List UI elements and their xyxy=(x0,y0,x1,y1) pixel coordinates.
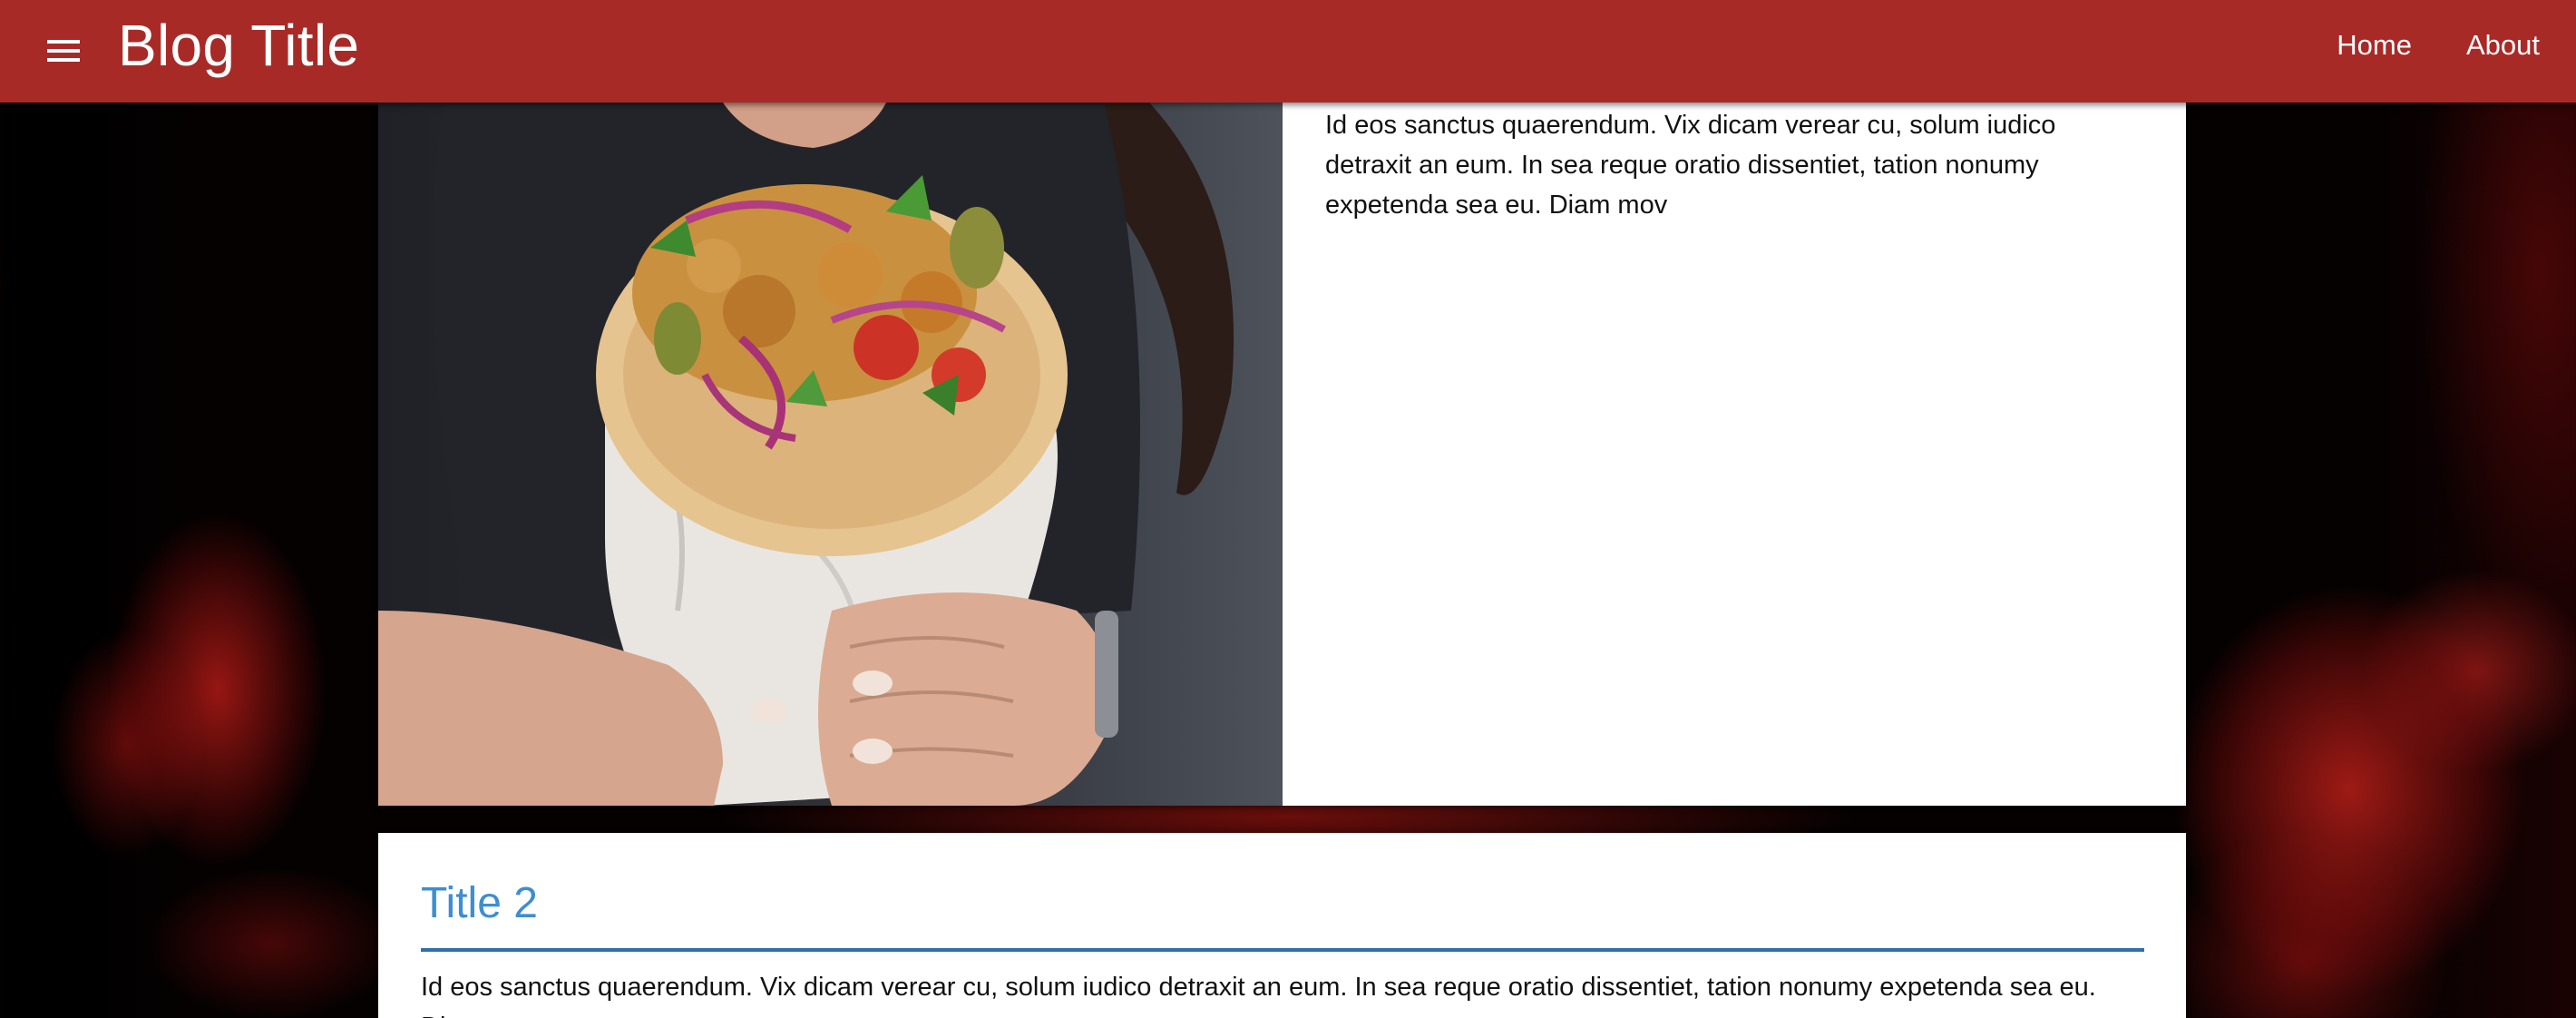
post-image xyxy=(378,103,1283,806)
title-divider xyxy=(421,948,2144,952)
top-nav: Home About xyxy=(2282,0,2540,91)
menu-icon-line xyxy=(47,58,80,62)
app-bar: Blog Title Home About xyxy=(0,0,2576,103)
post-body: Id eos sanctus quaerendum. Vix dicam ver… xyxy=(421,973,2096,1018)
nav-home-link[interactable]: Home xyxy=(2337,29,2412,62)
post-card-2: Title 2 Id eos sanctus quaerendum. Vix d… xyxy=(378,833,2186,1018)
nav-about-link[interactable]: About xyxy=(2466,29,2540,62)
blog-title[interactable]: Blog Title xyxy=(118,9,359,82)
post-card-1: Id eos sanctus quaerendum. Vix dicam ver… xyxy=(378,103,2186,806)
post-title[interactable]: Title 2 xyxy=(421,876,538,931)
menu-icon[interactable] xyxy=(38,25,89,76)
post-body: Id eos sanctus quaerendum. Vix dicam ver… xyxy=(1325,111,2056,220)
food-photo xyxy=(378,103,1234,806)
menu-icon-line xyxy=(47,49,80,53)
menu-icon-line xyxy=(47,40,80,44)
